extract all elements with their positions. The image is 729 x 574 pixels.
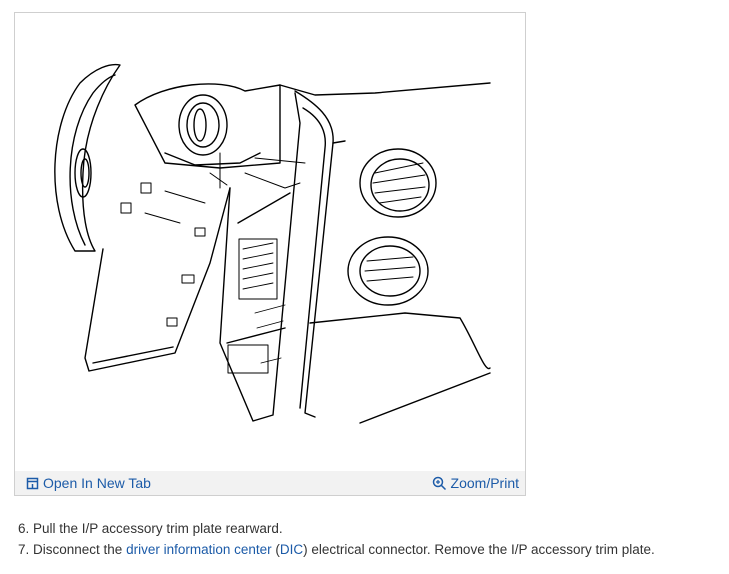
zoom-print-label: Zoom/Print bbox=[450, 475, 519, 491]
figure-card: Open In New Tab Zoom/Print bbox=[14, 12, 526, 496]
step-7-text-middle: ( bbox=[271, 542, 280, 557]
dic-link[interactable]: DIC bbox=[280, 542, 303, 557]
step-6-text: 6. Pull the I/P accessory trim plate rea… bbox=[18, 521, 283, 536]
open-in-new-tab-icon bbox=[26, 477, 39, 490]
driver-information-center-link[interactable]: driver information center bbox=[126, 542, 272, 557]
open-in-new-tab-label: Open In New Tab bbox=[43, 475, 151, 491]
step-7: 7. Disconnect the driver information cen… bbox=[18, 539, 655, 560]
step-7-text-after: ) electrical connector. Remove the I/P a… bbox=[303, 542, 655, 557]
magnifier-plus-icon bbox=[432, 476, 447, 491]
instruction-steps: 6. Pull the I/P accessory trim plate rea… bbox=[18, 518, 655, 560]
open-in-new-tab-link[interactable]: Open In New Tab bbox=[26, 475, 151, 491]
step-7-text-before: 7. Disconnect the bbox=[18, 542, 127, 557]
zoom-print-link[interactable]: Zoom/Print bbox=[432, 475, 519, 491]
step-6: 6. Pull the I/P accessory trim plate rea… bbox=[18, 518, 655, 539]
instrument-panel-diagram bbox=[54, 63, 491, 424]
figure-toolbar: Open In New Tab Zoom/Print bbox=[15, 471, 525, 495]
